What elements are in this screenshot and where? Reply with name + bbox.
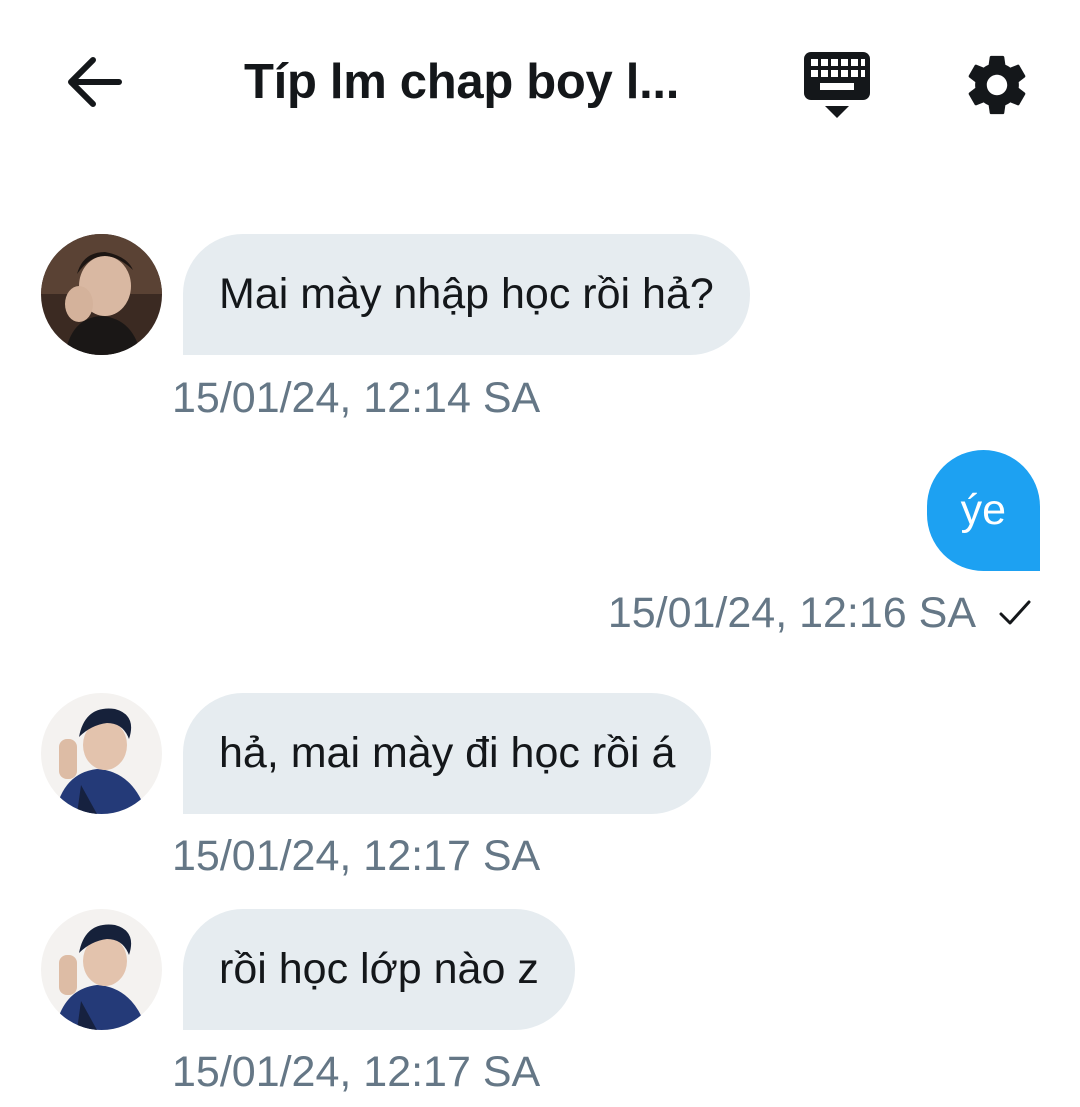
contact-avatar-photo: [41, 234, 162, 355]
message-timestamp: 15/01/24, 12:17 SA: [172, 1048, 541, 1096]
message-text: rồi học lớp nào z: [219, 945, 539, 993]
avatar[interactable]: [41, 693, 162, 814]
contact-avatar-photo: [41, 693, 162, 814]
conversation-title[interactable]: Típ lm chap boy l...: [244, 52, 764, 112]
settings-button[interactable]: [962, 50, 1036, 120]
message-text: Mai mày nhập học rồi hả?: [219, 270, 714, 318]
chat-header: Típ lm chap boy l...: [0, 0, 1080, 165]
message-bubble-outgoing[interactable]: ýe: [926, 450, 1040, 571]
avatar[interactable]: [41, 909, 162, 1030]
message-timestamp: 15/01/24, 12:14 SA: [172, 374, 541, 422]
arrow-left-icon: [68, 57, 122, 107]
checkmark-icon: [998, 598, 1032, 628]
gear-icon: [968, 55, 1026, 115]
message-bubble-incoming[interactable]: rồi học lớp nào z: [183, 909, 575, 1030]
message-bubble-incoming[interactable]: Mai mày nhập học rồi hả?: [183, 234, 750, 355]
keyboard-toggle-button[interactable]: [800, 50, 874, 122]
message-timestamp: 15/01/24, 12:16 SA: [607, 589, 976, 637]
message-text: ýe: [960, 486, 1006, 534]
message-timestamp-row: 15/01/24, 12:16 SA: [608, 588, 1032, 638]
contact-avatar-photo: [41, 909, 162, 1030]
message-text: hả, mai mày đi học rồi á: [219, 729, 676, 777]
message-timestamp: 15/01/24, 12:17 SA: [172, 832, 541, 880]
keyboard-hide-icon: [804, 52, 870, 118]
back-button[interactable]: [60, 50, 130, 114]
avatar[interactable]: [41, 234, 162, 355]
message-bubble-incoming[interactable]: hả, mai mày đi học rồi á: [183, 693, 712, 814]
